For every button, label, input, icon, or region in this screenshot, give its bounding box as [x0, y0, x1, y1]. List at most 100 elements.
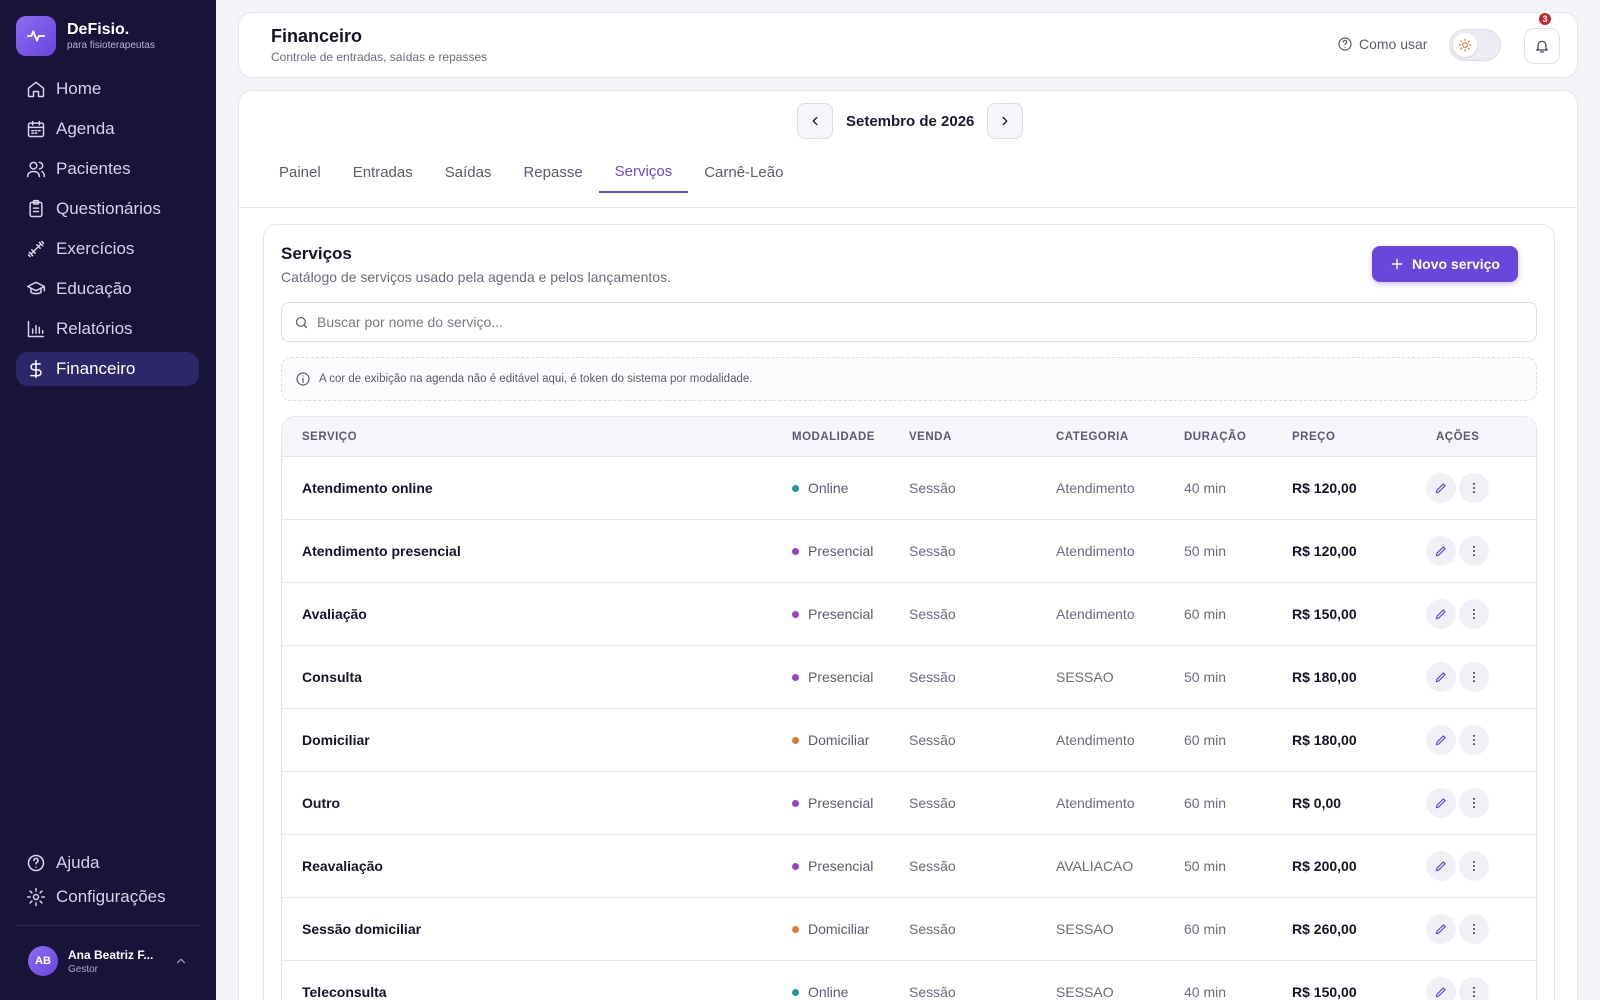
- service-duration: 50 min: [1184, 669, 1227, 685]
- sidebar-item-pacientes[interactable]: Pacientes: [16, 152, 199, 186]
- sidebar-item-exercicios[interactable]: Exercícios: [16, 232, 199, 266]
- service-name: Outro: [302, 795, 341, 811]
- service-price: R$ 260,00: [1292, 921, 1357, 937]
- column-header-preco[interactable]: PREÇO: [1292, 431, 1335, 443]
- modality-label: Presencial: [808, 606, 874, 622]
- service-duration: 50 min: [1184, 858, 1227, 874]
- column-header-venda[interactable]: VENDA: [909, 431, 952, 443]
- modality-label: Domiciliar: [808, 921, 870, 937]
- sidebar-item-label: Pacientes: [56, 159, 131, 178]
- table-row[interactable]: Sessão domiciliar Domiciliar Sessão SESS…: [282, 898, 1536, 961]
- more-vertical-icon: [1473, 734, 1475, 746]
- edit-service-button[interactable]: [1426, 788, 1456, 818]
- new-service-button[interactable]: Novo serviço: [1372, 246, 1518, 282]
- theme-toggle[interactable]: [1449, 29, 1501, 61]
- pencil-icon: [1435, 735, 1446, 746]
- more-options-button[interactable]: [1459, 662, 1489, 692]
- sidebar-item-label: Home: [56, 79, 102, 98]
- service-modality: Online: [792, 480, 848, 496]
- financeiro-tabs: Painel Entradas Saídas Repasse Serviços …: [263, 151, 799, 193]
- edit-service-button[interactable]: [1426, 536, 1456, 566]
- edit-service-button[interactable]: [1426, 977, 1456, 1000]
- more-options-button[interactable]: [1459, 536, 1489, 566]
- service-category: Atendimento: [1056, 543, 1135, 559]
- service-duration: 40 min: [1184, 984, 1227, 1000]
- tab-painel[interactable]: Painel: [263, 151, 337, 193]
- edit-service-button[interactable]: [1426, 473, 1456, 503]
- column-header-duracao[interactable]: DURAÇÃO: [1184, 431, 1246, 443]
- service-category: Atendimento: [1056, 480, 1135, 496]
- edit-service-button[interactable]: [1426, 725, 1456, 755]
- help-circle-icon: [1338, 37, 1352, 51]
- info-note-text: A cor de exibição na agenda não é editáv…: [319, 373, 753, 385]
- home-icon: [27, 81, 45, 98]
- service-search-input[interactable]: [317, 314, 1517, 330]
- avatar: AB: [28, 946, 58, 976]
- modality-label: Presencial: [808, 858, 874, 874]
- sidebar-item-home[interactable]: Home: [16, 72, 199, 106]
- user-menu[interactable]: AB Ana Beatriz F... Gestor: [28, 946, 188, 976]
- more-options-button[interactable]: [1459, 788, 1489, 818]
- service-price: R$ 120,00: [1292, 543, 1357, 559]
- theme-toggle-knob: [1453, 33, 1477, 57]
- sidebar-item-configuracoes[interactable]: Configurações: [16, 880, 199, 914]
- more-options-button[interactable]: [1459, 473, 1489, 503]
- table-row[interactable]: Reavaliação Presencial Sessão AVALIACAO …: [282, 835, 1536, 898]
- sidebar-bottom-nav: Ajuda Configurações: [16, 846, 199, 914]
- tab-repasse[interactable]: Repasse: [507, 151, 598, 193]
- service-modality: Domiciliar: [792, 732, 869, 748]
- service-duration: 60 min: [1184, 732, 1227, 748]
- service-sale-type: Sessão: [909, 606, 956, 622]
- service-duration: 60 min: [1184, 606, 1227, 622]
- column-header-servico[interactable]: SERVIÇO: [302, 431, 357, 443]
- chevron-up-icon: [176, 958, 186, 964]
- column-header-categoria[interactable]: CATEGORIA: [1056, 431, 1129, 443]
- sidebar-item-ajuda[interactable]: Ajuda: [16, 846, 199, 880]
- notifications-button[interactable]: [1524, 28, 1560, 64]
- edit-service-button[interactable]: [1426, 851, 1456, 881]
- more-vertical-icon: [1473, 797, 1475, 809]
- table-row[interactable]: Consulta Presencial Sessão SESSAO 50 min…: [282, 646, 1536, 709]
- more-options-button[interactable]: [1459, 851, 1489, 881]
- service-modality: Presencial: [792, 669, 873, 685]
- tab-saidas[interactable]: Saídas: [429, 151, 508, 193]
- service-duration: 50 min: [1184, 543, 1227, 559]
- more-options-button[interactable]: [1459, 725, 1489, 755]
- sidebar-item-questionarios[interactable]: Questionários: [16, 192, 199, 226]
- more-options-button[interactable]: [1459, 977, 1489, 1000]
- previous-month-button[interactable]: [797, 103, 833, 139]
- table-header: SERVIÇO MODALIDADE VENDA CATEGORIA DURAÇ…: [282, 417, 1536, 457]
- sidebar: DeFisio. para fisioterapeutas Home Agend…: [0, 0, 216, 1000]
- sidebar-item-financeiro[interactable]: Financeiro: [16, 352, 199, 386]
- modality-label: Online: [808, 480, 849, 496]
- table-row[interactable]: Domiciliar Domiciliar Sessão Atendimento…: [282, 709, 1536, 772]
- modality-dot: [792, 547, 799, 555]
- column-header-modalidade[interactable]: MODALIDADE: [792, 431, 875, 443]
- more-vertical-icon: [1473, 986, 1475, 998]
- more-options-button[interactable]: [1459, 914, 1489, 944]
- table-row[interactable]: Avaliação Presencial Sessão Atendimento …: [282, 583, 1536, 646]
- table-row[interactable]: Outro Presencial Sessão Atendimento 60 m…: [282, 772, 1536, 835]
- more-options-button[interactable]: [1459, 599, 1489, 629]
- tab-carne-leao[interactable]: Carnê-Leão: [688, 151, 799, 193]
- sidebar-item-educacao[interactable]: Educação: [16, 272, 199, 306]
- services-panel: Serviços Catálogo de serviços usado pela…: [263, 224, 1555, 1000]
- tab-servicos[interactable]: Serviços: [598, 151, 689, 193]
- sidebar-item-label: Configurações: [56, 887, 166, 906]
- sidebar-item-agenda[interactable]: Agenda: [16, 112, 199, 146]
- table-row[interactable]: Atendimento presencial Presencial Sessão…: [282, 520, 1536, 583]
- edit-service-button[interactable]: [1426, 914, 1456, 944]
- modality-dot: [792, 925, 799, 933]
- month-navigator: Setembro de 2026: [797, 103, 1024, 139]
- brand[interactable]: DeFisio. para fisioterapeutas: [16, 16, 155, 56]
- table-row[interactable]: Teleconsulta Online Sessão SESSAO 40 min…: [282, 961, 1536, 1000]
- service-sale-type: Sessão: [909, 984, 956, 1000]
- table-row[interactable]: Atendimento online Online Sessão Atendim…: [282, 457, 1536, 520]
- service-duration: 40 min: [1184, 480, 1227, 496]
- edit-service-button[interactable]: [1426, 662, 1456, 692]
- edit-service-button[interactable]: [1426, 599, 1456, 629]
- next-month-button[interactable]: [987, 103, 1024, 139]
- how-to-use-link[interactable]: Como usar: [1337, 36, 1427, 52]
- tab-entradas[interactable]: Entradas: [337, 151, 429, 193]
- sidebar-item-relatorios[interactable]: Relatórios: [16, 312, 199, 346]
